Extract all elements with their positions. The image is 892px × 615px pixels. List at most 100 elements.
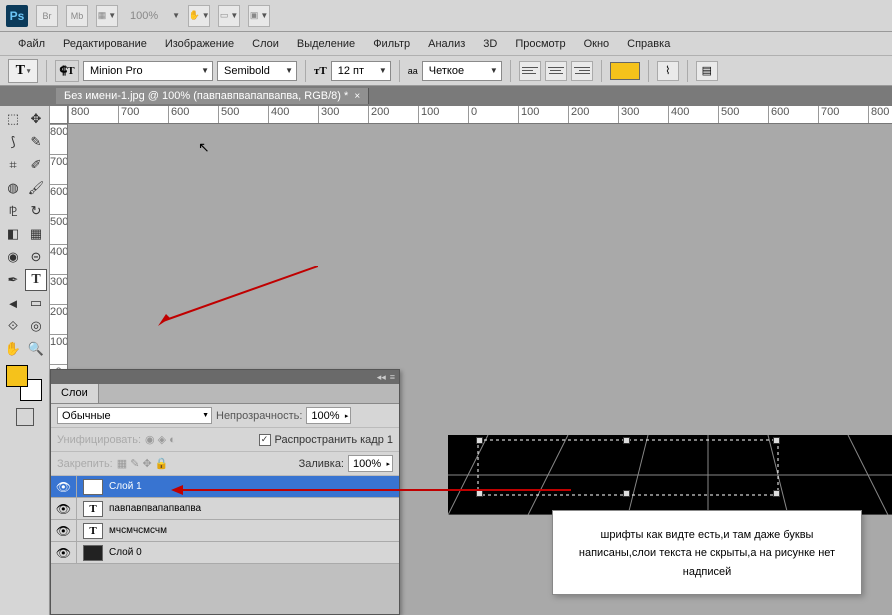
- screen-mode-icon[interactable]: ▣▼: [248, 5, 270, 27]
- layer-row[interactable]: 👁 T мчсмчсмсчм: [51, 520, 399, 542]
- antialias-label: aa: [408, 66, 418, 76]
- arrange-icon[interactable]: ▭▼: [218, 5, 240, 27]
- pen-tool[interactable]: ✒: [2, 269, 24, 291]
- 3d-tool[interactable]: ⟐: [2, 315, 24, 337]
- font-size-value: 12 пт: [338, 65, 364, 77]
- quick-mask-toggle[interactable]: [16, 408, 34, 426]
- stamp-tool[interactable]: ⅊: [2, 200, 24, 222]
- text-orientation-toggle[interactable]: ⸿T: [55, 60, 79, 82]
- menu-help[interactable]: Справка: [619, 35, 678, 53]
- app-logo: Ps: [6, 5, 28, 27]
- document-tab[interactable]: Без имени-1.jpg @ 100% (павпавпвапапвапв…: [56, 88, 369, 104]
- align-right-button[interactable]: [571, 61, 593, 81]
- antialias-value: Четкое: [429, 65, 464, 77]
- layer-row[interactable]: 👁 Слой 0: [51, 542, 399, 564]
- fill-input[interactable]: 100%▸: [348, 455, 393, 472]
- crop-tool[interactable]: ⌗: [2, 154, 24, 176]
- layer-thumbnail[interactable]: T: [83, 479, 103, 495]
- ruler-horizontal[interactable]: 8007006005004003002001000100200300400500…: [68, 106, 892, 124]
- tool-preset[interactable]: T▾: [8, 59, 38, 83]
- propagate-label: Распространить кадр 1: [275, 434, 393, 446]
- layer-thumbnail[interactable]: T: [83, 501, 103, 517]
- bridge-icon[interactable]: Br: [36, 5, 58, 27]
- canvas-image-content: [448, 435, 892, 515]
- document-tab-bar: Без имени-1.jpg @ 100% (павпавпвапапвапв…: [0, 86, 892, 106]
- close-tab-icon[interactable]: ×: [354, 91, 360, 102]
- 3d-camera-tool[interactable]: ◎: [25, 315, 47, 337]
- menu-select[interactable]: Выделение: [289, 35, 363, 53]
- type-tool[interactable]: T: [25, 269, 47, 291]
- healing-tool[interactable]: ◍: [2, 177, 24, 199]
- visibility-toggle[interactable]: 👁: [51, 498, 77, 520]
- align-center-button[interactable]: [545, 61, 567, 81]
- history-brush-tool[interactable]: ↻: [25, 200, 47, 222]
- menu-filter[interactable]: Фильтр: [365, 35, 418, 53]
- blur-tool[interactable]: ◉: [2, 246, 24, 268]
- minibridge-icon[interactable]: Mb: [66, 5, 88, 27]
- ruler-origin[interactable]: [50, 106, 68, 124]
- layer-thumbnail[interactable]: T: [83, 523, 103, 539]
- font-style-combo[interactable]: Semibold▼: [217, 61, 297, 81]
- path-select-tool[interactable]: ◄: [2, 292, 24, 314]
- gradient-tool[interactable]: ▦: [25, 223, 47, 245]
- menu-edit[interactable]: Редактирование: [55, 35, 155, 53]
- lasso-tool[interactable]: ⟆: [2, 131, 24, 153]
- toolbox: ⬚ ✥ ⟆ ✎ ⌗ ✐ ◍ 🖌 ⅊ ↻ ◧ ▦ ◉ ⊝ ✒ T ◄ ▭ ⟐ ◎ …: [0, 106, 50, 615]
- lock-icons[interactable]: ▦ ✎ ✥ 🔒: [117, 457, 169, 470]
- warp-text-button[interactable]: ⌇: [657, 61, 679, 81]
- menu-file[interactable]: Файл: [10, 35, 53, 53]
- move-tool[interactable]: ✥: [25, 108, 47, 130]
- panel-header[interactable]: ◂◂ ≡: [51, 370, 399, 384]
- align-left-button[interactable]: [519, 61, 541, 81]
- text-color-swatch[interactable]: [610, 62, 640, 80]
- layer-row[interactable]: 👁 T павпавпвапапвапва: [51, 498, 399, 520]
- hand-tool-icon[interactable]: ✋▼: [188, 5, 210, 27]
- menu-3d[interactable]: 3D: [475, 35, 505, 53]
- layers-panel[interactable]: ◂◂≡ Слои Обычные▼ Непрозрачность: 100%▸ …: [50, 369, 400, 615]
- layers-tab[interactable]: Слои: [51, 384, 99, 403]
- annotation-text: шрифты как видте есть,и там даже буквы н…: [579, 529, 835, 578]
- menu-window[interactable]: Окно: [576, 35, 618, 53]
- layer-name[interactable]: павпавпвапапвапва: [109, 503, 201, 514]
- menu-layers[interactable]: Слои: [244, 35, 287, 53]
- opacity-label: Непрозрачность:: [216, 410, 302, 422]
- color-picker[interactable]: [6, 365, 42, 401]
- propagate-checkbox[interactable]: ✓: [259, 434, 271, 446]
- hand-tool[interactable]: ✋: [2, 338, 24, 360]
- zoom-tool[interactable]: 🔍: [25, 338, 47, 360]
- zoom-level[interactable]: 100%: [126, 10, 162, 22]
- layer-name[interactable]: Слой 0: [109, 547, 142, 558]
- collapse-icon[interactable]: ◂◂: [377, 372, 386, 383]
- foreground-color[interactable]: [6, 365, 28, 387]
- layer-name[interactable]: Слой 1: [109, 481, 142, 492]
- visibility-toggle[interactable]: 👁: [51, 520, 77, 542]
- marquee-tool[interactable]: ⬚: [2, 108, 24, 130]
- character-panel-toggle[interactable]: ▤: [696, 61, 718, 81]
- menu-icon[interactable]: ≡: [390, 372, 395, 382]
- extras-icon[interactable]: ▦▼: [96, 5, 118, 27]
- layer-name[interactable]: мчсмчсмсчм: [109, 525, 167, 536]
- annotation-callout: шрифты как видте есть,и там даже буквы н…: [552, 510, 862, 596]
- menu-view[interactable]: Просмотр: [507, 35, 573, 53]
- dodge-tool[interactable]: ⊝: [25, 246, 47, 268]
- font-style-value: Semibold: [224, 65, 270, 77]
- visibility-toggle[interactable]: 👁: [51, 542, 77, 564]
- opacity-input[interactable]: 100%▸: [306, 407, 351, 424]
- blend-mode-combo[interactable]: Обычные▼: [57, 407, 212, 424]
- brush-tool[interactable]: 🖌: [25, 177, 47, 199]
- layers-panel-footer: [51, 564, 399, 614]
- menu-image[interactable]: Изображение: [157, 35, 242, 53]
- antialias-combo[interactable]: Четкое▼: [422, 61, 502, 81]
- quick-select-tool[interactable]: ✎: [25, 131, 47, 153]
- shape-tool[interactable]: ▭: [25, 292, 47, 314]
- layer-thumbnail[interactable]: [83, 545, 103, 561]
- font-family-combo[interactable]: Minion Pro▼: [83, 61, 213, 81]
- eraser-tool[interactable]: ◧: [2, 223, 24, 245]
- font-size-combo[interactable]: 12 пт▼: [331, 61, 391, 81]
- layer-row[interactable]: 👁 T Слой 1: [51, 476, 399, 498]
- font-family-value: Minion Pro: [90, 65, 143, 77]
- menu-analysis[interactable]: Анализ: [420, 35, 473, 53]
- font-size-icon: тТ: [314, 65, 327, 77]
- eyedropper-tool[interactable]: ✐: [25, 154, 47, 176]
- visibility-toggle[interactable]: 👁: [51, 476, 77, 498]
